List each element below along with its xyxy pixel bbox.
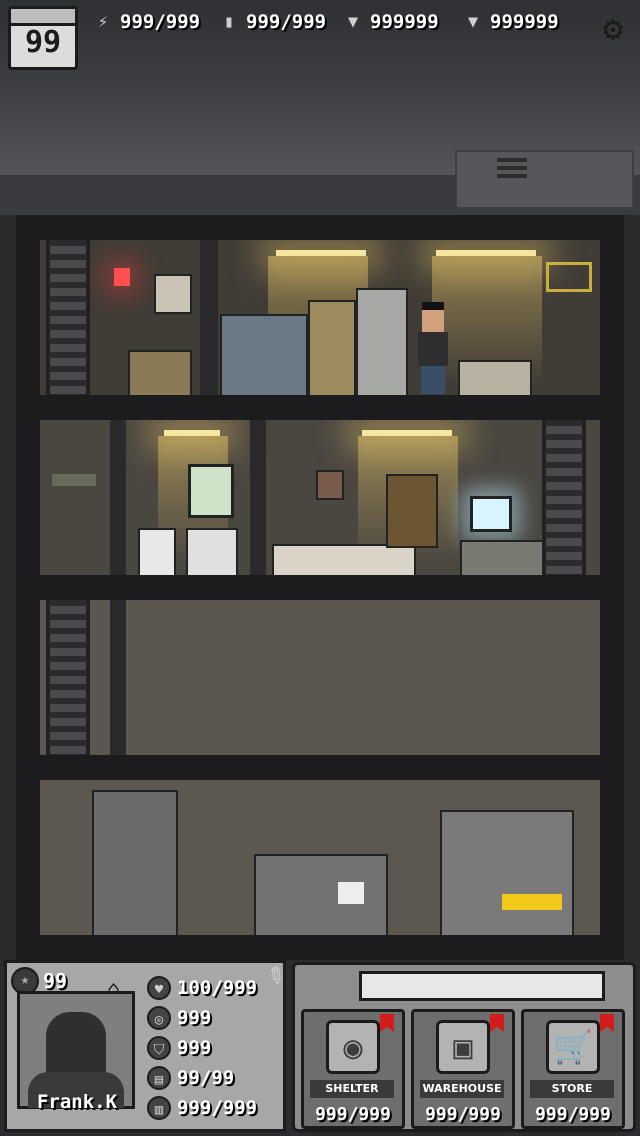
shelter-cross-section <box>16 215 624 960</box>
bolt-icon: ▼ <box>347 12 359 32</box>
supply-crate <box>128 350 192 395</box>
target-icon: ◎ <box>147 1006 171 1030</box>
stat-water: ▥ 999/999 <box>147 1093 287 1123</box>
screws-value: 999999 <box>490 11 559 33</box>
notification-flag-icon <box>600 1014 614 1032</box>
progress-bar <box>359 971 605 1001</box>
store-button[interactable]: 🛒 STORE 999/999 <box>521 1009 625 1129</box>
store-value: 999/999 <box>535 1104 611 1125</box>
shelter-label: SHELTER <box>310 1080 394 1098</box>
partition-wall <box>110 420 126 575</box>
room-generators[interactable] <box>40 780 600 935</box>
pipe-column <box>200 240 218 395</box>
refrigerator[interactable] <box>356 288 408 395</box>
ceiling-lamp <box>164 430 220 436</box>
character-stats: ♥ 100/999 ◎ 999 ⛉ 999 ▤ 99/99 ▥ 999/999 <box>147 973 287 1123</box>
notification-flag-icon <box>380 1014 394 1032</box>
food-can-icon: ▤ <box>147 1066 171 1090</box>
computer-monitor[interactable] <box>470 496 512 532</box>
room-living-quarters[interactable] <box>40 240 600 395</box>
stat-defense: ⛉ 999 <box>147 1033 287 1063</box>
sink[interactable] <box>186 528 238 575</box>
warehouse-button[interactable]: ▣ WAREHOUSE 999/999 <box>411 1009 515 1129</box>
warehouse-value: 999/999 <box>425 1104 501 1125</box>
workbench[interactable] <box>458 360 532 395</box>
resource-energy: ⚡ 999/999 <box>92 10 200 34</box>
room-empty[interactable] <box>40 600 600 755</box>
water-value: 999/999 <box>246 11 327 33</box>
ladder <box>542 420 586 575</box>
menu-panel: ◉ SHELTER 999/999 ▣ WAREHOUSE 999/999 🛒 … <box>292 962 636 1132</box>
toilet[interactable] <box>138 528 176 575</box>
shield-icon: ⛉ <box>147 1036 171 1060</box>
store-label: STORE <box>530 1080 614 1098</box>
bookshelf[interactable] <box>308 300 356 395</box>
ladder <box>46 240 90 395</box>
desk <box>460 540 548 575</box>
box-icon: ▣ <box>436 1020 490 1074</box>
shelter-icon: ◉ <box>326 1020 380 1074</box>
ceiling-lamp <box>362 430 452 436</box>
energy-value: 999/999 <box>120 11 201 33</box>
bookshelf <box>386 474 438 548</box>
energy-icon: ⚡ <box>97 12 109 32</box>
shelter-button[interactable]: ◉ SHELTER 999/999 <box>301 1009 405 1129</box>
warehouse-label: WAREHOUSE <box>420 1080 504 1098</box>
water-icon: ▮ <box>223 12 235 32</box>
partition-wall <box>250 420 266 575</box>
character-name: Frank.K <box>36 1091 118 1113</box>
day-counter: 99 <box>24 25 62 60</box>
picture-frame <box>316 470 344 500</box>
settings-gear-icon[interactable]: ⚙ <box>594 10 632 48</box>
character-card[interactable]: ★ 99 ⌂ Frank.K ♥ 100/999 ◎ 999 ⛉ 999 ▤ 9… <box>4 960 286 1132</box>
resource-bolts: ▼ 999999 <box>342 10 439 34</box>
stat-attack: ◎ 999 <box>147 1003 287 1033</box>
water-purifier[interactable] <box>92 790 178 935</box>
food-value: 99/99 <box>177 1067 235 1089</box>
alarm-light <box>114 268 130 286</box>
defense-value: 999 <box>177 1037 212 1059</box>
ceiling-lamp <box>276 250 366 256</box>
bottom-hud: ★ 99 ⌂ Frank.K ♥ 100/999 ◎ 999 ⛉ 999 ▤ 9… <box>0 956 640 1136</box>
bolts-value: 999999 <box>370 11 439 33</box>
screw-icon: ▼ <box>467 12 479 32</box>
fuse-box <box>154 274 192 314</box>
pipe-column <box>110 600 126 755</box>
heart-icon: ♥ <box>147 976 171 1000</box>
notification-flag-icon <box>490 1014 504 1032</box>
bunker-entrance <box>455 150 634 209</box>
bed[interactable] <box>272 544 416 575</box>
resource-screws: ▼ 999999 <box>462 10 559 34</box>
shelter-value: 999/999 <box>315 1104 391 1125</box>
water-stat-value: 999/999 <box>177 1097 258 1119</box>
resource-water: ▮ 999/999 <box>218 10 326 34</box>
health-value: 100/999 <box>177 977 258 999</box>
engine[interactable] <box>254 854 388 935</box>
mirror <box>188 464 234 518</box>
wall-frame <box>546 262 592 292</box>
attack-value: 999 <box>177 1007 212 1029</box>
ceiling-lamp <box>436 250 536 256</box>
water-jar-icon: ▥ <box>147 1096 171 1120</box>
wall-shelf <box>52 474 96 486</box>
cart-icon: 🛒 <box>546 1020 600 1074</box>
stat-food: ▤ 99/99 <box>147 1063 287 1093</box>
lockers[interactable] <box>220 314 308 395</box>
ladder <box>46 600 90 755</box>
top-hud: 99 ⚡ 999/999 ▮ 999/999 ▼ 999999 ▼ 999999… <box>0 0 640 80</box>
character-level: 99 <box>43 969 68 993</box>
calendar-icon <box>11 9 75 26</box>
room-bedroom[interactable] <box>40 420 600 575</box>
day-calendar[interactable]: 99 <box>8 6 78 70</box>
power-generator[interactable] <box>440 810 574 935</box>
survivor-character[interactable] <box>418 302 448 394</box>
